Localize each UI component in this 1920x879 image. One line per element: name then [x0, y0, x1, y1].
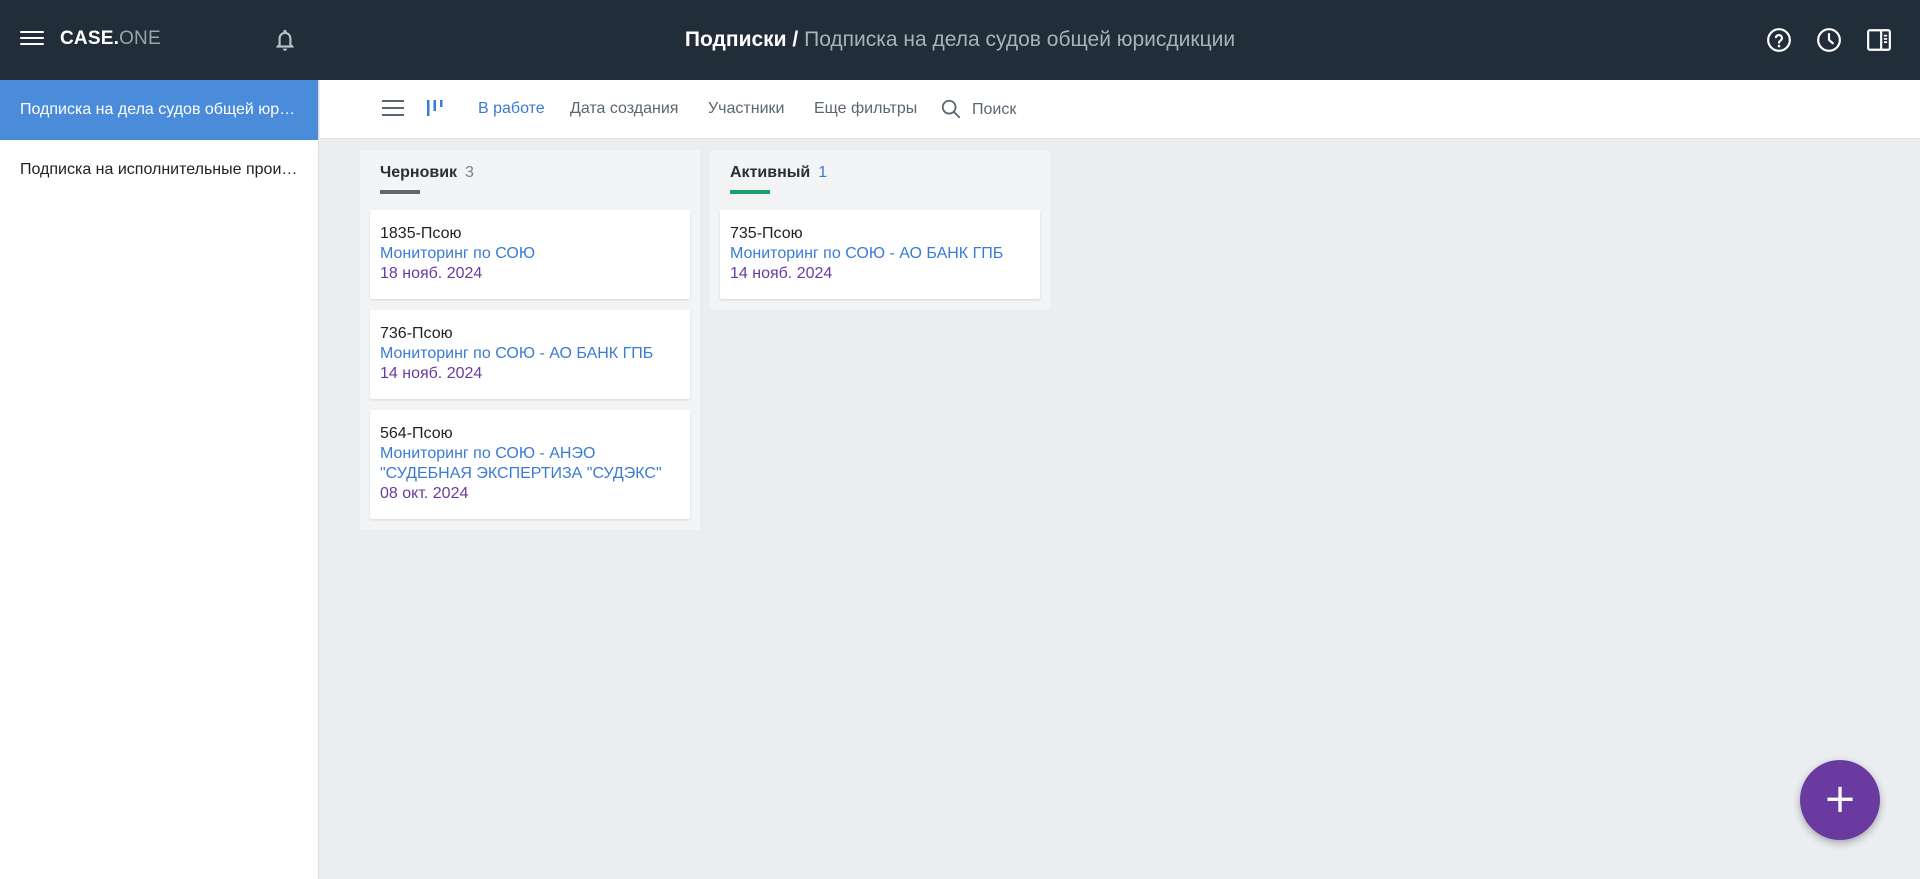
- sidebar-item-enforcement[interactable]: Подписка на исполнительные производства: [0, 140, 318, 200]
- column-status-bar: [380, 190, 420, 194]
- panel-icon[interactable]: [1866, 27, 1892, 53]
- search-icon[interactable]: [940, 98, 962, 120]
- breadcrumb-root[interactable]: Подписки: [685, 28, 787, 51]
- breadcrumb-separator: /: [786, 28, 805, 51]
- card-title[interactable]: Мониторинг по СОЮ - АНЭО "СУДЕБНАЯ ЭКСПЕ…: [380, 444, 680, 484]
- sidebar-item-label: Подписка на дела судов общей юрисдикции: [20, 101, 298, 118]
- subscription-card[interactable]: 564-Псою Мониторинг по СОЮ - АНЭО "СУДЕБ…: [370, 410, 690, 519]
- card-date: 14 нояб. 2024: [380, 365, 483, 382]
- help-icon[interactable]: [1766, 27, 1792, 53]
- search-input[interactable]: [972, 96, 1132, 124]
- filter-more[interactable]: Еще фильтры: [814, 100, 917, 118]
- card-date: 18 нояб. 2024: [380, 265, 483, 282]
- sidebar-item-label: Подписка на исполнительные производства: [20, 161, 298, 178]
- column-title: Активный: [730, 164, 811, 181]
- filter-in-progress[interactable]: В работе: [478, 100, 545, 118]
- card-title[interactable]: Мониторинг по СОЮ: [380, 244, 680, 264]
- column-title: Черновик: [380, 164, 458, 181]
- list-view-icon[interactable]: [382, 100, 404, 120]
- plus-icon: +: [1823, 776, 1857, 822]
- kanban-column-active: Активный 1 735-Псою Мониторинг по СОЮ - А…: [710, 150, 1050, 310]
- column-header: Активный 1: [730, 164, 827, 182]
- column-count: 1: [818, 164, 828, 181]
- card-date: 14 нояб. 2024: [730, 265, 833, 282]
- column-header: Черновик 3: [380, 164, 474, 182]
- toolbar: В работе Дата создания Участники Еще фил…: [320, 80, 1920, 139]
- kanban-column-draft: Черновик 3 1835-Псою Мониторинг по СОЮ 18…: [360, 150, 700, 530]
- column-status-bar: [730, 190, 770, 194]
- card-title[interactable]: Мониторинг по СОЮ - АО БАНК ГПБ: [730, 244, 1030, 264]
- sidebar-item-general-courts[interactable]: Подписка на дела судов общей юрисдикции: [0, 80, 318, 140]
- column-count: 3: [465, 164, 474, 181]
- subscription-card[interactable]: 736-Псою Мониторинг по СОЮ - АО БАНК ГПБ…: [370, 310, 690, 399]
- card-date: 08 окт. 2024: [380, 485, 469, 502]
- card-number: 736-Псою: [380, 325, 453, 342]
- card-number: 735-Псою: [730, 225, 803, 242]
- top-bar: CASE.ONE Подписки / Подписка на дела суд…: [0, 0, 1920, 80]
- card-number: 564-Псою: [380, 425, 453, 442]
- add-subscription-button[interactable]: +: [1800, 760, 1880, 840]
- history-icon[interactable]: [1816, 27, 1842, 53]
- sidebar: Подписка на дела судов общей юрисдикции …: [0, 80, 319, 879]
- breadcrumb-current: Подписка на дела судов общей юрисдикции: [804, 28, 1236, 51]
- kanban-view-icon[interactable]: [425, 98, 445, 120]
- page-title: Подписки / Подписка на дела судов общей …: [0, 28, 1920, 52]
- card-title[interactable]: Мониторинг по СОЮ - АО БАНК ГПБ: [380, 344, 680, 364]
- filter-participants[interactable]: Участники: [708, 100, 784, 118]
- subscription-card[interactable]: 1835-Псою Мониторинг по СОЮ 18 нояб. 202…: [370, 210, 690, 299]
- filter-created-date[interactable]: Дата создания: [570, 100, 678, 118]
- subscription-card[interactable]: 735-Псою Мониторинг по СОЮ - АО БАНК ГПБ…: [720, 210, 1040, 299]
- card-number: 1835-Псою: [380, 225, 462, 242]
